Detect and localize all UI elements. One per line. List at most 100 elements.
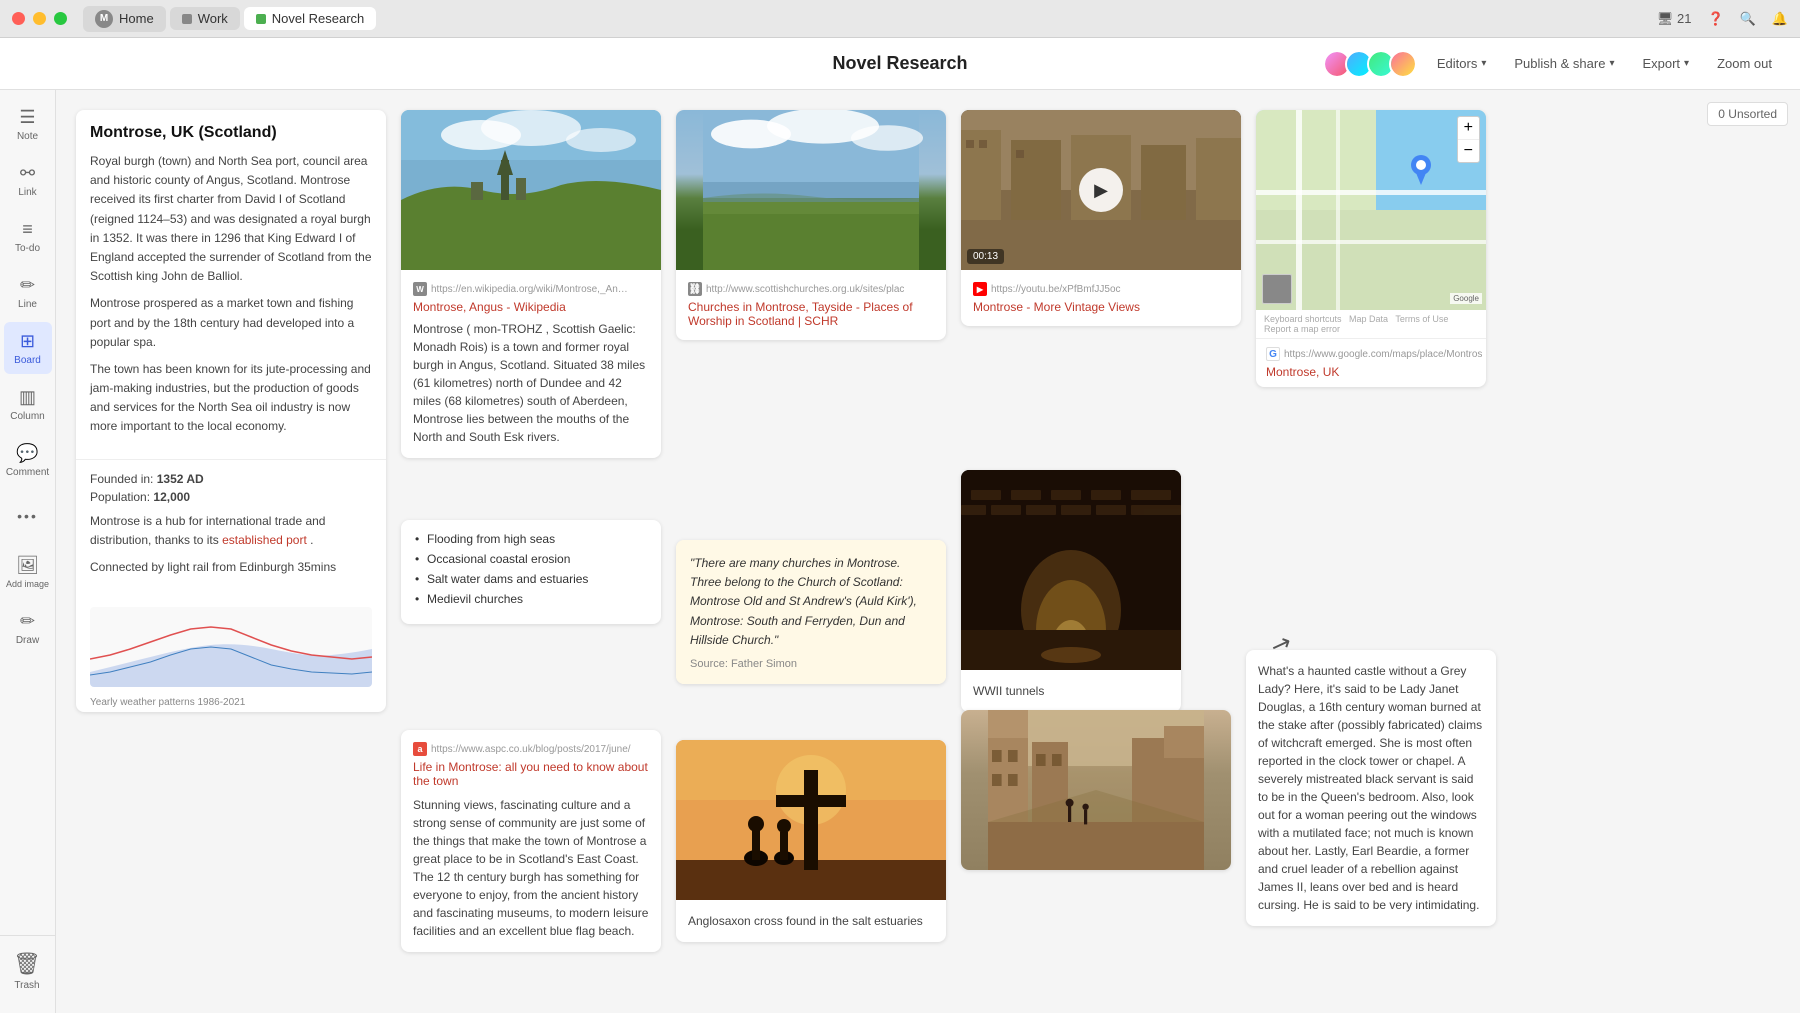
wikipedia-body: W https://en.wikipedia.org/wiki/Montrose… [401,270,661,458]
editors-chevron: ▾ [1481,58,1486,69]
fullscreen-button[interactable] [54,12,67,25]
work-icon [182,14,192,24]
play-button[interactable]: ▶ [1079,168,1123,212]
sidebar-item-todo[interactable]: ≡ To-do [4,210,52,262]
trash-area[interactable]: 🗑 Trash [0,935,56,1005]
map-zoom-out[interactable]: − [1458,140,1479,162]
sidebar-item-board[interactable]: ⊞ Board [4,322,52,374]
notifications-button[interactable]: 🖥 21 [1657,11,1692,27]
export-button[interactable]: Export▾ [1634,52,1697,75]
vintage-body: ▶ https://youtu.be/xPfBmfJJ5oc Montrose … [961,270,1241,326]
home-avatar: M [95,10,113,28]
map-attribution: Google [1450,293,1482,304]
google-map-card[interactable]: + − Google Keyboard shortcuts Map Data T… [1256,110,1486,387]
vintage-video-card[interactable]: ▶ 00:13 ▶ https://youtu.be/xPfBmfJJ5oc M… [961,110,1241,326]
tab-work[interactable]: Work [170,7,240,30]
sidebar-comment-label: Comment [6,467,49,478]
minimize-button[interactable] [33,12,46,25]
todo-icon: ≡ [22,219,33,240]
vintage-url: https://youtu.be/xPfBmfJJ5oc [991,284,1121,295]
map-url: https://www.google.com/maps/place/Montro… [1284,349,1482,360]
board-grid: Montrose, UK (Scotland) Royal burgh (tow… [56,90,1800,1013]
header-right: Editors▾ Publish & share▾ Export▾ Zoom o… [1323,50,1780,78]
aspc-icon: a [413,742,427,756]
map-thumbnail [1262,274,1292,304]
montrose-body3: The town has been known for its jute-pro… [90,360,372,437]
flooding-item-1: Flooding from high seas [415,532,647,546]
map-meta: G https://www.google.com/maps/place/Mont… [1266,347,1476,361]
sidebar-line-label: Line [18,299,37,310]
map-zoom-in[interactable]: + [1458,117,1479,140]
quote-source: Source: Father Simon [690,658,932,670]
publish-button[interactable]: Publish & share▾ [1506,52,1622,75]
population-label: Population: [90,490,150,504]
aspc-card[interactable]: a https://www.aspc.co.uk/blog/posts/2017… [401,730,661,952]
montrose-info-card[interactable]: Montrose, UK (Scotland) Royal burgh (tow… [76,110,386,712]
aspc-text: Stunning views, fascinating culture and … [413,796,649,940]
editors-button[interactable]: Editors▾ [1429,52,1495,75]
founded-row: Founded in: 1352 AD [90,472,372,486]
flooding-item-4: Medievil churches [415,592,647,606]
founded-value: 1352 AD [157,472,204,486]
sidebar-item-line[interactable]: ✏ Line [4,266,52,318]
churches-link[interactable]: Churches in Montrose, Tayside - Places o… [688,300,934,328]
montrose-stats: Founded in: 1352 AD Population: 12,000 M… [76,459,386,598]
population-row: Population: 12,000 [90,490,372,504]
sidebar-item-column[interactable]: ▥ Column [4,378,52,430]
traffic-lights [12,12,67,25]
map-link[interactable]: Montrose, UK [1266,365,1476,379]
churches-img-body: ⛓ http://www.scottishchurches.org.uk/sit… [676,270,946,340]
sidebar-item-note[interactable]: ☰ Note [4,98,52,150]
cross-body: Anglosaxon cross found in the salt estua… [676,900,946,942]
churches-image-card[interactable]: ⛓ http://www.scottishchurches.org.uk/sit… [676,110,946,340]
vintage-video-thumb[interactable]: ▶ 00:13 [961,110,1241,270]
sidebar-todo-label: To-do [15,243,40,254]
tunnel-image [961,470,1181,670]
trash-icon: 🗑 [13,951,41,977]
wikipedia-url: https://en.wikipedia.org/wiki/Montrose,_… [431,284,631,295]
tab-novel-research[interactable]: Novel Research [244,7,377,30]
zoom-button[interactable]: Zoom out [1709,52,1780,75]
app-title: Novel Research [832,53,967,74]
ghost-card[interactable]: What's a haunted castle without a Grey L… [1246,650,1496,926]
founded-label: Founded in: [90,472,153,486]
cross-card[interactable]: Anglosaxon cross found in the salt estua… [676,740,946,942]
wwii-card[interactable]: WWII tunnels [961,470,1181,712]
flooding-card[interactable]: Flooding from high seas Occasional coast… [401,520,661,624]
sidebar-draw-label: Draw [16,635,39,646]
hub-text: Montrose is a hub for international trad… [90,512,372,550]
sidebar-item-add-image[interactable]: 🖼 Add image [4,546,52,598]
help-button[interactable]: ❓ [1707,11,1723,27]
wwii-caption: WWII tunnels [973,682,1169,700]
sidebar-item-more[interactable]: ••• [4,490,52,542]
avatar-4 [1389,50,1417,78]
old-street-card[interactable] [961,710,1231,870]
sidebar-item-draw[interactable]: ✏ Draw [4,602,52,654]
tab-home[interactable]: M Home [83,6,166,32]
quote-card[interactable]: "There are many churches in Montrose. Th… [676,540,946,684]
search-button[interactable]: 🔍 [1740,11,1756,27]
established-port-link[interactable]: established port [222,533,307,547]
wikipedia-link[interactable]: Montrose, Angus - Wikipedia [413,300,649,314]
old-street-image [961,710,1231,870]
flooding-list: Flooding from high seas Occasional coast… [401,520,661,624]
play-icon: ▶ [1094,180,1108,201]
map-url-row: Keyboard shortcuts Map Data Terms of Use… [1256,310,1486,339]
sidebar-item-link[interactable]: ⚯ Link [4,154,52,206]
editors-avatars [1323,50,1417,78]
close-button[interactable] [12,12,25,25]
titlebar: M Home Work Novel Research 🖥 21 ❓ 🔍 🔔 [0,0,1800,38]
bell-button[interactable]: 🔔 [1772,11,1788,27]
ghost-body: What's a haunted castle without a Grey L… [1246,650,1496,926]
sidebar-item-comment[interactable]: 💬 Comment [4,434,52,486]
aspc-link[interactable]: Life in Montrose: all you need to know a… [413,760,649,788]
wikipedia-card[interactable]: W https://en.wikipedia.org/wiki/Montrose… [401,110,661,458]
note-icon: ☰ [19,107,35,128]
trash-label: Trash [14,980,39,991]
draw-icon: ✏ [20,611,35,632]
column-icon: ▥ [19,387,36,408]
aspc-body: a https://www.aspc.co.uk/blog/posts/2017… [401,730,661,952]
chain-icon: ⛓ [688,282,702,296]
vintage-link[interactable]: Montrose - More Vintage Views [973,300,1229,314]
map-zoom-controls: + − [1457,116,1480,163]
